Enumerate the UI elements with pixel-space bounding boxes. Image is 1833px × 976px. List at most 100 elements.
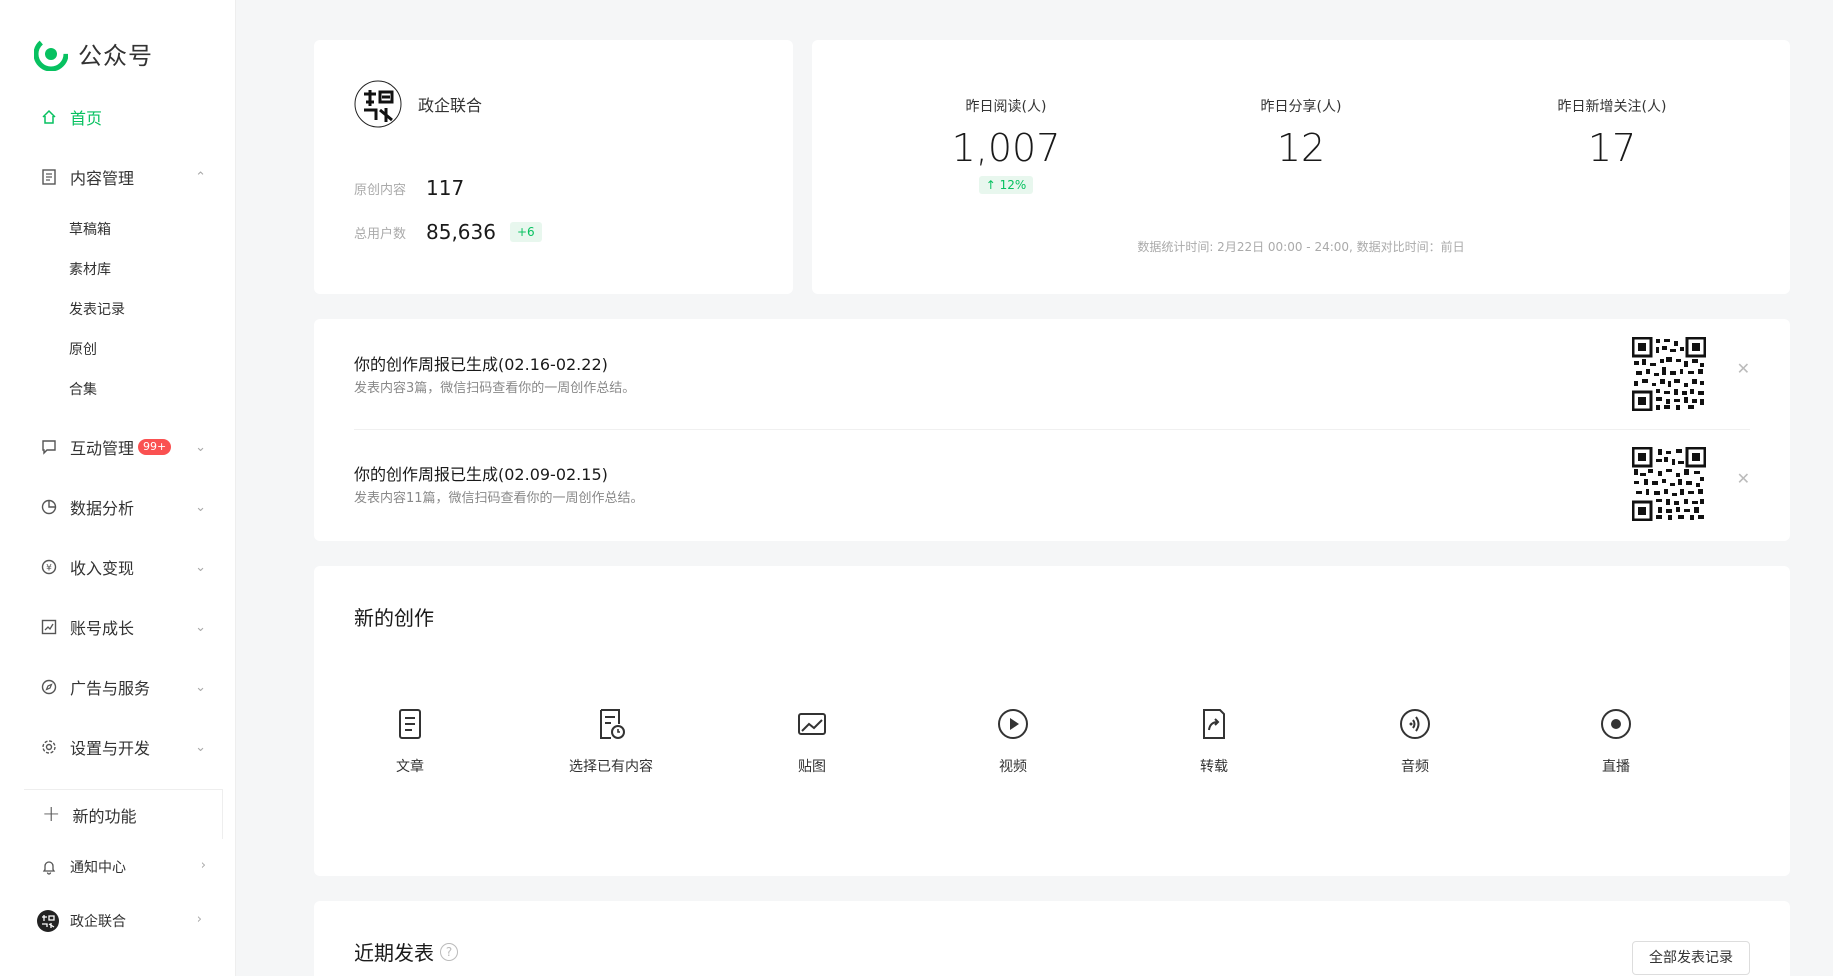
- create-live[interactable]: 直播: [1556, 706, 1676, 776]
- svg-text:¥: ¥: [46, 564, 52, 574]
- document-clock-icon: [593, 706, 629, 742]
- pie-chart-icon: [40, 498, 58, 516]
- stat-reads-change-value: 12%: [999, 178, 1027, 192]
- stat-shares[interactable]: 昨日分享(人) 12: [1181, 96, 1421, 170]
- image-icon: [794, 706, 830, 742]
- close-icon[interactable]: ✕: [1737, 469, 1750, 488]
- sub-item-collections[interactable]: 合集: [69, 378, 97, 402]
- recent-posts-card: 近期发表 ? 全部发表记录: [314, 901, 1790, 976]
- new-creation-card: 新的创作 文章 选择已有内容 贴图 视频 转载 音频 直播: [314, 566, 1790, 876]
- article-icon: [392, 706, 428, 742]
- home-icon: [40, 108, 58, 126]
- all-publish-records-button[interactable]: 全部发表记录: [1632, 941, 1750, 975]
- nav-content-management[interactable]: 内容管理 ⌃: [40, 162, 212, 192]
- sub-item-materials[interactable]: 素材库: [69, 258, 111, 282]
- compass-icon: [40, 678, 58, 696]
- nav-home-label: 首页: [70, 109, 103, 128]
- create-repost[interactable]: 转载: [1154, 706, 1274, 776]
- total-users-label: 总用户数: [354, 226, 407, 242]
- chevron-down-icon: ⌄: [195, 740, 206, 755]
- create-audio-label: 音频: [1401, 759, 1429, 775]
- total-users-row: 总用户数 85,636 +6: [354, 220, 542, 244]
- nav-income[interactable]: ¥ 收入变现 ⌄: [40, 552, 212, 582]
- nav-interaction[interactable]: 互动管理 99+ ⌄: [40, 432, 212, 462]
- close-icon[interactable]: ✕: [1737, 359, 1750, 378]
- report-desc: 发表内容11篇，微信扫码查看你的一周创作总结。: [354, 491, 644, 506]
- create-article-label: 文章: [396, 759, 424, 775]
- repost-icon: [1196, 706, 1232, 742]
- stat-reads[interactable]: 昨日阅读(人) 1,007 ↑ 12%: [886, 96, 1126, 194]
- create-video[interactable]: 视频: [953, 706, 1073, 776]
- users-delta-badge: +6: [509, 222, 542, 242]
- help-icon[interactable]: ?: [440, 942, 458, 961]
- recent-posts-title-text: 近期发表: [354, 941, 434, 965]
- nav-ads[interactable]: 广告与服务 ⌄: [40, 672, 212, 702]
- sub-item-publish-records[interactable]: 发表记录: [69, 298, 125, 322]
- create-article[interactable]: 文章: [350, 706, 470, 776]
- audio-icon: [1397, 706, 1433, 742]
- weekly-report-card: 你的创作周报已生成(02.16-02.22) 发表内容3篇，微信扫码查看你的一周…: [314, 319, 1790, 541]
- sidebar: 公众号 首页 内容管理 ⌃ 草稿箱 素材库 发表记录 原创 合集 互动管理 99…: [0, 0, 236, 976]
- chevron-down-icon: ⌄: [195, 500, 206, 515]
- comment-icon: [40, 438, 58, 456]
- chevron-right-icon: ›: [200, 858, 206, 873]
- account-card: 政企联合 原创内容 117 总用户数 85,636 +6: [314, 40, 793, 294]
- chevron-right-icon: ›: [196, 912, 202, 927]
- nav-settings-label: 设置与开发: [70, 739, 151, 758]
- create-live-label: 直播: [1602, 759, 1630, 775]
- chevron-down-icon: ⌄: [195, 620, 206, 635]
- scrollbar[interactable]: [1823, 0, 1833, 976]
- logo[interactable]: 公众号: [34, 36, 153, 71]
- nav-data-analysis[interactable]: 数据分析 ⌄: [40, 492, 212, 522]
- stat-follows[interactable]: 昨日新增关注(人) 17: [1492, 96, 1732, 170]
- new-feature-label: 新的功能: [72, 806, 137, 826]
- avatar: [36, 909, 60, 933]
- original-content-row: 原创内容 117: [354, 176, 464, 200]
- wechat-official-logo-icon: [34, 36, 68, 71]
- qr-code-icon: [1631, 446, 1707, 522]
- stat-follows-label: 昨日新增关注(人): [1557, 99, 1667, 115]
- chevron-down-icon: ⌄: [195, 440, 206, 455]
- stat-follows-value: 17: [1587, 126, 1637, 170]
- nav-growth[interactable]: 账号成长 ⌄: [40, 612, 212, 642]
- yen-icon: ¥: [40, 558, 58, 576]
- stat-shares-value: 12: [1276, 126, 1326, 170]
- report-item[interactable]: 你的创作周报已生成(02.16-02.22) 发表内容3篇，微信扫码查看你的一周…: [354, 319, 1750, 429]
- original-content-value[interactable]: 117: [426, 176, 464, 200]
- create-select-existing[interactable]: 选择已有内容: [551, 706, 671, 776]
- sub-item-drafts[interactable]: 草稿箱: [69, 218, 111, 242]
- total-users-value[interactable]: 85,636: [426, 220, 496, 244]
- trend-icon: [40, 618, 58, 636]
- account-avatar[interactable]: [354, 80, 402, 128]
- nav-account[interactable]: 政企联合 ›: [36, 906, 208, 936]
- live-icon: [1598, 706, 1634, 742]
- nav-notification-label: 通知中心: [70, 860, 126, 876]
- create-audio[interactable]: 音频: [1355, 706, 1475, 776]
- report-title: 你的创作周报已生成(02.16-02.22): [354, 355, 608, 374]
- report-desc: 发表内容3篇，微信扫码查看你的一周创作总结。: [354, 381, 636, 396]
- nav-settings[interactable]: 设置与开发 ⌄: [40, 732, 212, 762]
- qr-code-icon: [1631, 336, 1707, 412]
- sub-item-original[interactable]: 原创: [69, 338, 97, 362]
- nav-notification-center[interactable]: 通知中心 ›: [40, 852, 212, 882]
- nav-growth-label: 账号成长: [70, 619, 135, 638]
- report-title: 你的创作周报已生成(02.09-02.15): [354, 465, 608, 484]
- nav-account-label: 政企联合: [70, 914, 126, 930]
- nav-home[interactable]: 首页: [40, 102, 212, 132]
- report-item[interactable]: 你的创作周报已生成(02.09-02.15) 发表内容11篇，微信扫码查看你的一…: [354, 429, 1750, 539]
- play-icon: [995, 706, 1031, 742]
- recent-posts-title: 近期发表 ?: [354, 937, 458, 966]
- nav-content-label: 内容管理: [70, 169, 135, 188]
- stat-reads-change: ↑ 12%: [978, 176, 1034, 194]
- new-feature-button[interactable]: + 新的功能: [24, 789, 223, 839]
- stat-reads-label: 昨日阅读(人): [965, 99, 1047, 115]
- create-image-post[interactable]: 贴图: [752, 706, 872, 776]
- arrow-up-icon: ↑: [985, 178, 996, 192]
- stats-note: 数据统计时间: 2月22日 00:00 - 24:00, 数据对比时间：前日: [1137, 240, 1465, 254]
- create-select-existing-label: 选择已有内容: [569, 759, 653, 775]
- chevron-down-icon: ⌄: [195, 560, 206, 575]
- plus-icon: +: [42, 802, 61, 827]
- create-image-post-label: 贴图: [798, 759, 826, 775]
- stats-card: 昨日阅读(人) 1,007 ↑ 12% 昨日分享(人) 12 昨日新增关注(人)…: [812, 40, 1790, 294]
- section-title: 新的创作: [354, 606, 434, 630]
